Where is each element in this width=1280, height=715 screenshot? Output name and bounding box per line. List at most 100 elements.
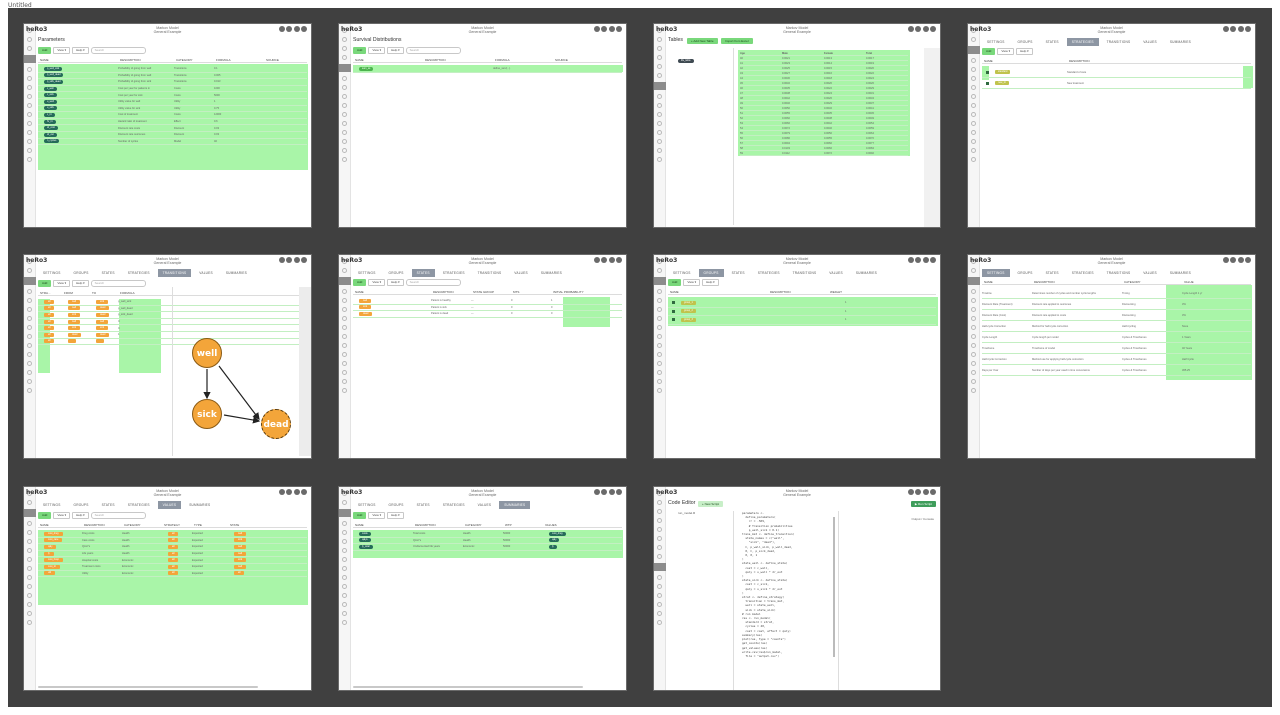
sidebar-nav-icon[interactable] xyxy=(342,316,347,321)
name-pill[interactable]: sick xyxy=(234,538,247,543)
sidebar-nav-icon[interactable] xyxy=(657,554,662,559)
tab-values[interactable]: VALUES xyxy=(1138,269,1162,277)
column-header[interactable]: VALUES xyxy=(543,522,603,527)
tab-transitions[interactable]: TRANSITIONS xyxy=(1102,269,1136,277)
table-cell[interactable]: 41 xyxy=(740,62,782,65)
table-cell[interactable]: 0.0020 xyxy=(824,82,866,85)
table-cell[interactable]: 0.0032 xyxy=(782,82,824,85)
table-cell[interactable]: 0.0038 xyxy=(782,92,824,95)
name-pill[interactable]: well xyxy=(234,544,247,549)
tab-states[interactable]: STATES xyxy=(727,269,750,277)
name-pill[interactable]: dead xyxy=(68,332,82,337)
sidebar-nav-icon[interactable] xyxy=(657,73,662,78)
sidebar-nav-icon[interactable] xyxy=(27,557,32,562)
name-pill[interactable]: qalys xyxy=(359,538,371,543)
name-pill[interactable]: qaly xyxy=(44,544,57,549)
table-row[interactable]: u_sick Utility value for sick Utility 0.75 xyxy=(38,106,307,113)
sidebar-nav-icon[interactable] xyxy=(657,94,662,99)
user-icon[interactable] xyxy=(1245,257,1251,263)
sidebar-nav-icon[interactable] xyxy=(27,67,32,72)
sidebar-nav-icon[interactable] xyxy=(342,352,347,357)
table-cell[interactable]: 0.0038 xyxy=(824,117,866,120)
sidebar-nav-icon[interactable] xyxy=(971,76,976,81)
tab-groups[interactable]: GROUPS xyxy=(69,501,94,509)
name-pill[interactable]: all xyxy=(234,571,245,576)
settings-icon[interactable] xyxy=(278,257,285,263)
name-pill[interactable]: well xyxy=(234,551,247,556)
table-cell[interactable]: 0.0042 xyxy=(782,97,824,100)
search-input[interactable]: Search xyxy=(90,511,146,519)
add-button[interactable]: Add xyxy=(353,278,367,286)
user-icon[interactable] xyxy=(1245,26,1251,32)
sidebar-nav-icon[interactable] xyxy=(657,157,662,162)
table-row[interactable]: p_sick_dead Probability of going from sic… xyxy=(38,79,307,86)
state-node-dead[interactable]: dead xyxy=(261,409,291,439)
column-header[interactable]: CATEGORY xyxy=(1122,279,1182,284)
table-cell[interactable]: 40 xyxy=(740,57,782,60)
name-pill[interactable]: sick xyxy=(359,305,372,310)
name-pill[interactable]: dead xyxy=(359,311,373,316)
name-pill[interactable]: cost_drug xyxy=(549,531,566,536)
sidebar-nav-icon[interactable] xyxy=(342,500,347,505)
sidebar-nav-icon[interactable] xyxy=(342,76,347,81)
help-icon[interactable] xyxy=(1230,257,1236,263)
search-input[interactable]: Search xyxy=(405,278,461,286)
table-cell[interactable]: 0.0060 xyxy=(824,142,866,145)
name-pill[interactable]: well xyxy=(234,564,247,569)
table-cell[interactable]: 0.0046 xyxy=(824,127,866,130)
name-pill[interactable]: util xyxy=(44,571,56,576)
tab-summaries[interactable]: SUMMARIES xyxy=(184,501,215,509)
table-cell[interactable]: 40 Years xyxy=(1182,347,1242,350)
table-cell[interactable]: 45 xyxy=(740,82,782,85)
sidebar-nav-icon[interactable] xyxy=(657,343,662,348)
sidebar-nav-icon[interactable] xyxy=(657,325,662,330)
column-header[interactable]: NAME xyxy=(353,522,413,527)
sidebar-nav-icon[interactable] xyxy=(971,370,976,375)
table-cell[interactable]: 0.0026 xyxy=(866,82,908,85)
sidebar-nav-icon[interactable] xyxy=(657,130,662,135)
sidebar-nav-icon[interactable] xyxy=(342,298,347,303)
user-icon[interactable] xyxy=(930,26,936,32)
tab-settings[interactable]: SETTINGS xyxy=(668,269,696,277)
name-pill[interactable]: well xyxy=(359,298,372,303)
table-cell[interactable]: 48 xyxy=(740,97,782,100)
sidebar-nav-icon[interactable] xyxy=(654,563,666,571)
help-menu-button[interactable]: Help ▾ xyxy=(387,46,404,54)
column-header[interactable]: DESCRIPTION xyxy=(82,522,122,527)
tab-values[interactable]: VALUES xyxy=(1138,38,1162,46)
help-icon[interactable] xyxy=(601,489,607,495)
view-menu-button[interactable]: View ▾ xyxy=(368,511,386,519)
column-header[interactable]: WEIGHT xyxy=(828,289,868,294)
table-row[interactable]: Discount Rate (Cost) Discount rate applie… xyxy=(982,310,1251,321)
table-row[interactable]: Discount Rate (Treatment) Discount rate a… xyxy=(982,299,1251,310)
name-pill[interactable]: dead xyxy=(96,312,110,317)
sidebar-nav-icon[interactable] xyxy=(342,121,347,126)
sidebar-nav-icon[interactable] xyxy=(657,611,662,616)
table-row[interactable]: cost_hosp Hospital costs Economic all Expect… xyxy=(38,557,307,564)
run-script-button[interactable]: ▶ Run Script xyxy=(910,501,936,507)
sidebar-nav-icon[interactable] xyxy=(27,94,32,99)
column-header[interactable]: SOURCE xyxy=(264,57,304,62)
sidebar-nav-icon[interactable] xyxy=(657,55,662,60)
column-header[interactable]: FROM xyxy=(62,290,90,295)
table-cell[interactable]: 0.0014 xyxy=(824,62,866,65)
name-pill[interactable]: all xyxy=(44,299,55,304)
table-row[interactable]: p_well_sick Probability of going from wel… xyxy=(38,66,307,73)
table-row[interactable]: cost_care Care costs Health all Expected sick xyxy=(38,538,307,545)
sidebar-nav-icon[interactable] xyxy=(657,148,662,153)
settings-icon[interactable] xyxy=(278,489,285,495)
sidebar-nav-icon[interactable] xyxy=(342,521,347,526)
table-row[interactable]: c_sick Cost per year for sick Costs 5000 xyxy=(38,92,307,99)
column-header[interactable]: NAME xyxy=(668,289,768,294)
column-header[interactable]: NAME xyxy=(353,289,431,294)
sidebar-nav-icon[interactable] xyxy=(657,527,662,532)
column-header[interactable]: CATEGORY xyxy=(463,522,503,527)
sidebar-nav-icon[interactable] xyxy=(342,55,347,60)
table-cell[interactable]: 0.0019 xyxy=(866,62,908,65)
column-header[interactable]: CATEGORY xyxy=(122,522,162,527)
help-menu-button[interactable]: Help ▾ xyxy=(1016,47,1033,55)
sidebar-nav-icon[interactable] xyxy=(654,277,666,285)
view-menu-button[interactable]: View ▾ xyxy=(53,511,71,519)
column-header[interactable]: DESCRIPTION xyxy=(431,289,471,294)
view-menu-button[interactable]: View ▾ xyxy=(997,47,1015,55)
